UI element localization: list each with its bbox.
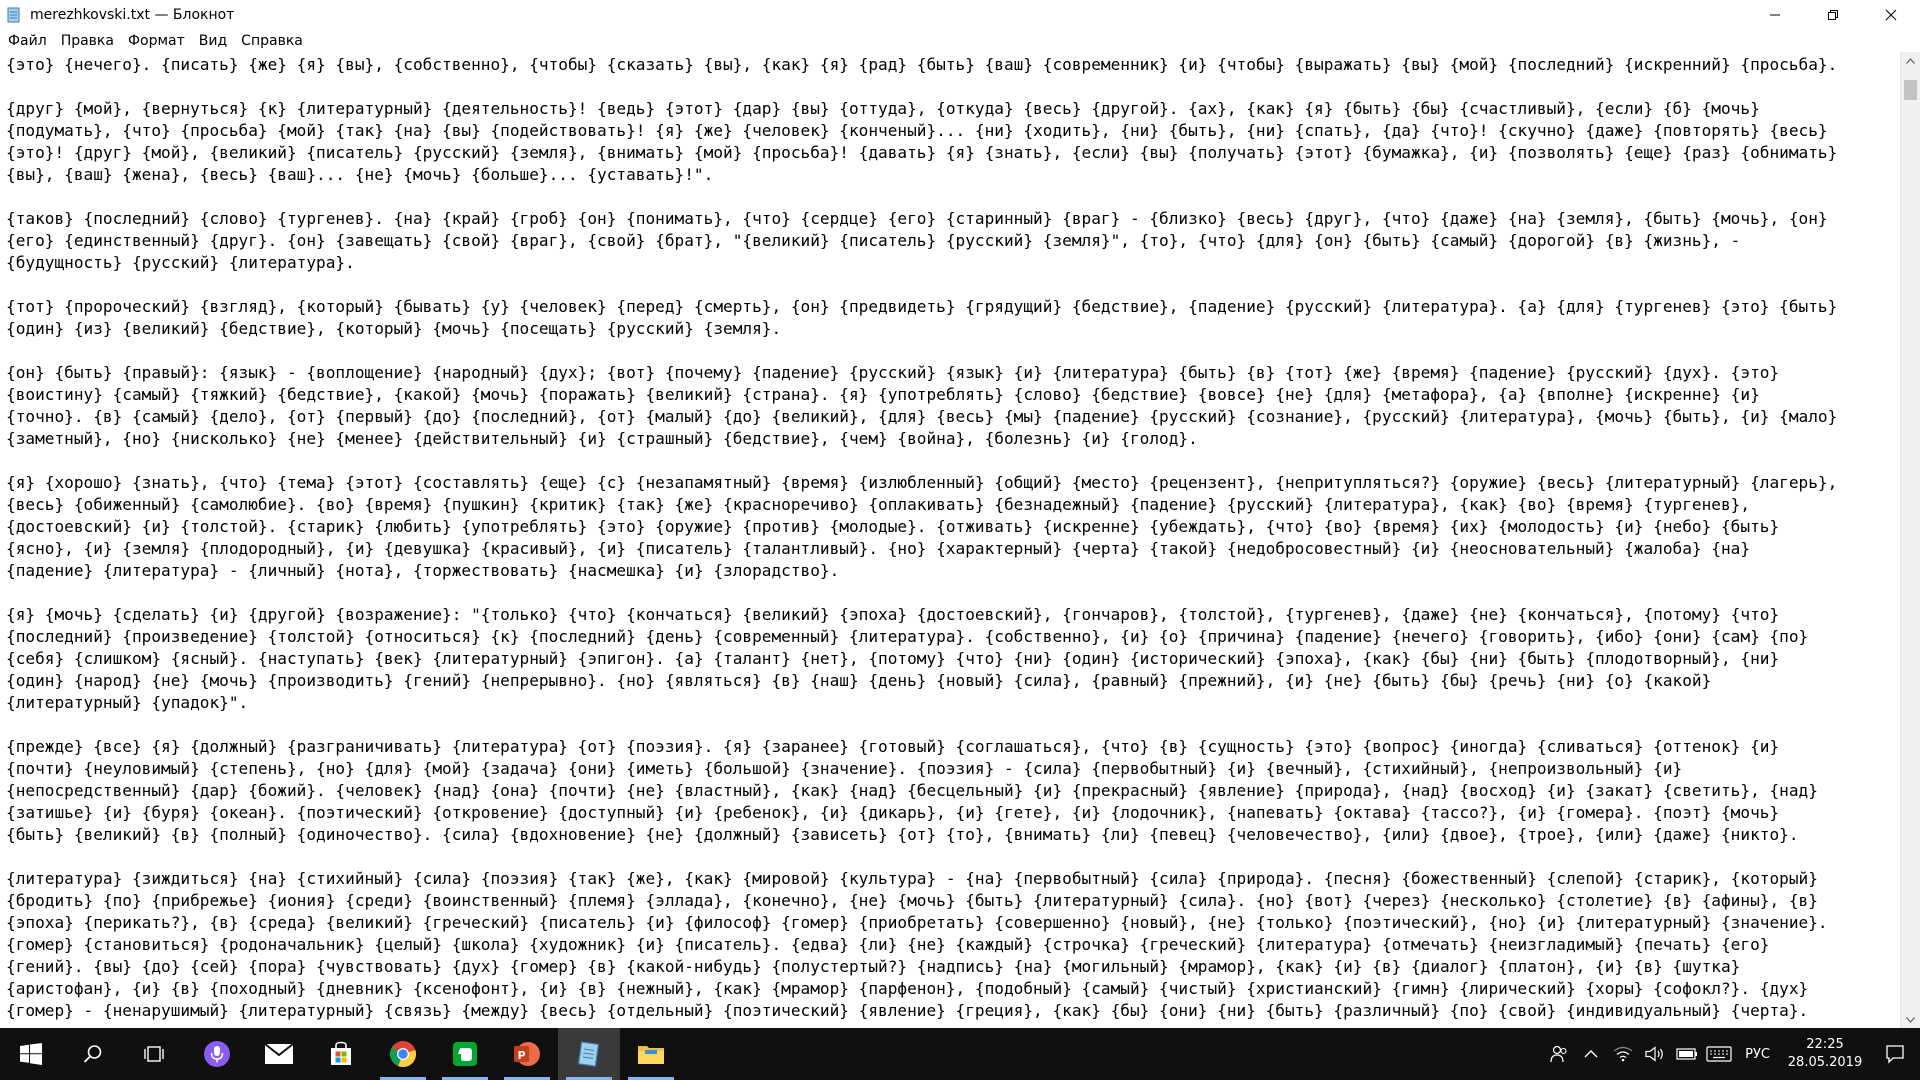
menu-help[interactable]: Справка [234, 30, 310, 52]
chevron-up-icon [1906, 57, 1915, 64]
scroll-up-button[interactable] [1901, 52, 1920, 69]
document-text[interactable]: {это} {нечего}. {писать} {же} {я} {вы}, … [0, 52, 1900, 1022]
clock-time: 22:25 [1806, 1037, 1844, 1052]
text-editor[interactable]: {это} {нечего}. {писать} {же} {я} {вы}, … [0, 52, 1900, 1028]
cortana-icon [204, 1041, 230, 1067]
window-title: merezhkovski.txt — Блокнот [30, 7, 235, 23]
battery-icon [1676, 1048, 1698, 1060]
battery-button[interactable] [1671, 1028, 1703, 1080]
search-button[interactable] [62, 1028, 124, 1080]
svg-text:P: P [517, 1049, 525, 1062]
show-hidden-icons-button[interactable] [1575, 1028, 1607, 1080]
restore-icon [1828, 10, 1838, 20]
menu-view[interactable]: Вид [192, 30, 234, 52]
title-bar[interactable]: merezhkovski.txt — Блокнот [0, 0, 1920, 30]
cortana-button[interactable] [186, 1028, 248, 1080]
system-tray: РУС 22:25 28.05.2019 [1543, 1028, 1920, 1080]
task-view-button[interactable] [124, 1028, 186, 1080]
chrome-app-button[interactable] [372, 1028, 434, 1080]
taskbar: P РУС 22:25 28.05.2019 [0, 1028, 1920, 1080]
menu-format[interactable]: Формат [121, 30, 192, 52]
menu-file[interactable]: Файл [0, 30, 54, 52]
notepad-app-icon [6, 7, 22, 23]
chevron-up-icon [1584, 1050, 1598, 1058]
people-icon [1550, 1045, 1567, 1063]
wifi-icon [1613, 1046, 1633, 1062]
notepad-app-button[interactable] [558, 1028, 620, 1080]
mail-icon [264, 1043, 294, 1064]
keyboard-icon [1706, 1046, 1732, 1062]
menu-edit[interactable]: Правка [54, 30, 121, 52]
window-controls [1746, 0, 1920, 30]
vertical-scrollbar[interactable] [1900, 52, 1920, 1028]
close-icon [1885, 9, 1897, 21]
chrome-icon [389, 1041, 417, 1068]
scroll-down-button[interactable] [1901, 1011, 1920, 1028]
volume-button[interactable] [1639, 1028, 1671, 1080]
volume-icon [1645, 1046, 1664, 1062]
mail-app-button[interactable] [248, 1028, 310, 1080]
file-explorer-icon [638, 1046, 664, 1064]
store-icon [331, 1041, 351, 1065]
clock-date: 28.05.2019 [1787, 1055, 1863, 1070]
powerpoint-icon: P [514, 1042, 540, 1066]
notification-icon [1886, 1045, 1904, 1064]
menu-bar: Файл Правка Формат Вид Справка [0, 30, 1920, 52]
store-app-button[interactable] [310, 1028, 372, 1080]
taskbar-clock[interactable]: 22:25 28.05.2019 [1780, 1036, 1870, 1072]
evernote-icon [453, 1042, 477, 1066]
network-button[interactable] [1607, 1028, 1639, 1080]
maximize-button[interactable] [1804, 0, 1862, 30]
close-button[interactable] [1862, 0, 1920, 30]
notepad-icon [577, 1041, 600, 1067]
evernote-app-button[interactable] [434, 1028, 496, 1080]
people-button[interactable] [1543, 1028, 1575, 1080]
action-center-button[interactable] [1870, 1028, 1920, 1080]
minimize-button[interactable] [1746, 0, 1804, 30]
keyboard-button[interactable] [1703, 1028, 1735, 1080]
powerpoint-app-button[interactable]: P [496, 1028, 558, 1080]
file-explorer-app-button[interactable] [620, 1028, 682, 1080]
minimize-icon [1770, 14, 1780, 16]
scroll-thumb[interactable] [1904, 80, 1917, 100]
search-icon [83, 1045, 102, 1063]
task-view-icon [144, 1046, 164, 1062]
chevron-down-icon [1906, 1016, 1915, 1023]
start-button[interactable] [0, 1028, 62, 1080]
input-language-indicator[interactable]: РУС [1735, 1047, 1780, 1062]
windows-start-icon [20, 1043, 42, 1065]
